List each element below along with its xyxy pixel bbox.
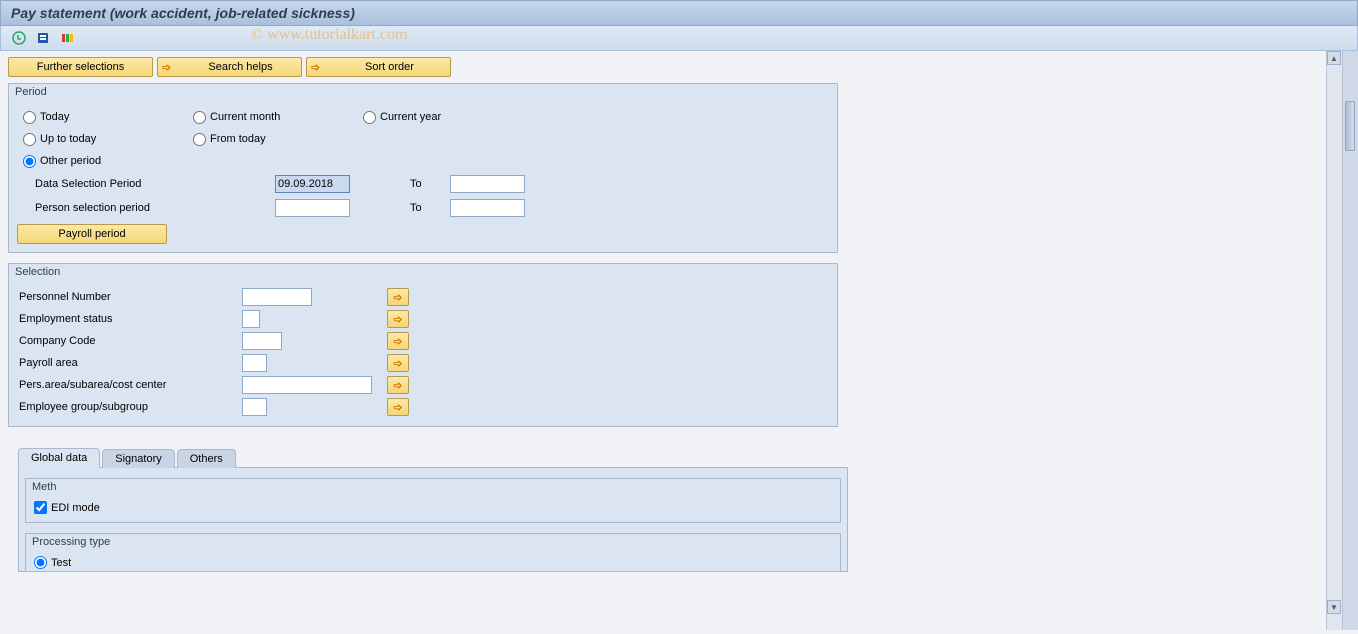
- watermark: © www.tutorialkart.com: [251, 26, 407, 44]
- variant-icon[interactable]: [35, 30, 51, 46]
- payroll-area-input[interactable]: [242, 354, 267, 372]
- person-selection-to-input[interactable]: [450, 199, 525, 217]
- tab-content-global-data: Meth EDI mode Processing type Test: [18, 468, 848, 572]
- radio-current-year[interactable]: Current year: [363, 111, 533, 124]
- personnel-number-input[interactable]: [242, 288, 312, 306]
- tab-strip: Global data Signatory Others: [18, 447, 848, 468]
- to-label: To: [410, 178, 450, 190]
- outer-scrollbar[interactable]: [1342, 51, 1358, 630]
- inner-scrollbar[interactable]: ▲ ▼: [1326, 51, 1342, 630]
- selection-legend: Selection: [9, 264, 837, 280]
- tab-others[interactable]: Others: [177, 449, 236, 468]
- sel-label-employee-group: Employee group/subgroup: [17, 401, 242, 413]
- execute-icon[interactable]: [11, 30, 27, 46]
- processing-type-groupbox: Processing type Test: [25, 533, 841, 571]
- sel-label-pers-area: Pers.area/subarea/cost center: [17, 379, 242, 391]
- period-legend: Period: [9, 84, 837, 100]
- payroll-period-button[interactable]: Payroll period: [17, 224, 167, 244]
- edi-mode-checkbox[interactable]: EDI mode: [34, 501, 832, 514]
- window-title: Pay statement (work accident, job-relate…: [11, 5, 355, 21]
- stripes-icon[interactable]: [59, 30, 75, 46]
- sel-label-personnel-number: Personnel Number: [17, 291, 242, 303]
- multi-select-button[interactable]: ➩: [387, 398, 409, 416]
- tab-global-data[interactable]: Global data: [18, 448, 100, 468]
- sort-order-button[interactable]: ➩ Sort order: [306, 57, 451, 77]
- company-code-input[interactable]: [242, 332, 282, 350]
- data-selection-to-input[interactable]: [450, 175, 525, 193]
- radio-up-to-today[interactable]: Up to today: [23, 133, 193, 146]
- tab-signatory[interactable]: Signatory: [102, 449, 174, 468]
- pers-area-input[interactable]: [242, 376, 372, 394]
- selection-options-row: Further selections ➩ Search helps ➩ Sort…: [8, 57, 1318, 77]
- arrow-icon: ➩: [162, 61, 171, 74]
- radio-current-month[interactable]: Current month: [193, 111, 363, 124]
- search-helps-button[interactable]: ➩ Search helps: [157, 57, 302, 77]
- sel-label-payroll-area: Payroll area: [17, 357, 242, 369]
- multi-select-button[interactable]: ➩: [387, 332, 409, 350]
- meth-legend: Meth: [26, 479, 840, 495]
- multi-select-button[interactable]: ➩: [387, 310, 409, 328]
- sel-label-company-code: Company Code: [17, 335, 242, 347]
- to-label: To: [410, 202, 450, 214]
- person-selection-label: Person selection period: [35, 202, 235, 214]
- processing-type-legend: Processing type: [26, 534, 840, 550]
- radio-from-today[interactable]: From today: [193, 133, 363, 146]
- selection-groupbox: Selection Personnel Number ➩ Employment …: [8, 263, 838, 427]
- multi-select-button[interactable]: ➩: [387, 376, 409, 394]
- period-groupbox: Period Today Current month Current year …: [8, 83, 838, 253]
- arrow-icon: ➩: [311, 61, 320, 74]
- radio-other-period[interactable]: Other period: [23, 155, 193, 168]
- scroll-up-icon[interactable]: ▲: [1327, 51, 1341, 65]
- employee-group-input[interactable]: [242, 398, 267, 416]
- data-selection-from-input[interactable]: [275, 175, 350, 193]
- test-radio[interactable]: Test: [34, 556, 832, 569]
- further-selections-button[interactable]: Further selections: [8, 57, 153, 77]
- person-selection-from-input[interactable]: [275, 199, 350, 217]
- data-selection-label: Data Selection Period: [35, 178, 235, 190]
- main-content: Further selections ➩ Search helps ➩ Sort…: [0, 51, 1326, 630]
- scroll-down-icon[interactable]: ▼: [1327, 600, 1341, 614]
- employment-status-input[interactable]: [242, 310, 260, 328]
- meth-groupbox: Meth EDI mode: [25, 478, 841, 523]
- multi-select-button[interactable]: ➩: [387, 288, 409, 306]
- multi-select-button[interactable]: ➩: [387, 354, 409, 372]
- radio-today[interactable]: Today: [23, 111, 193, 124]
- app-toolbar: © www.tutorialkart.com: [0, 26, 1358, 51]
- scrollbar-thumb[interactable]: [1345, 101, 1355, 151]
- window-title-bar: Pay statement (work accident, job-relate…: [0, 0, 1358, 26]
- sel-label-employment-status: Employment status: [17, 313, 242, 325]
